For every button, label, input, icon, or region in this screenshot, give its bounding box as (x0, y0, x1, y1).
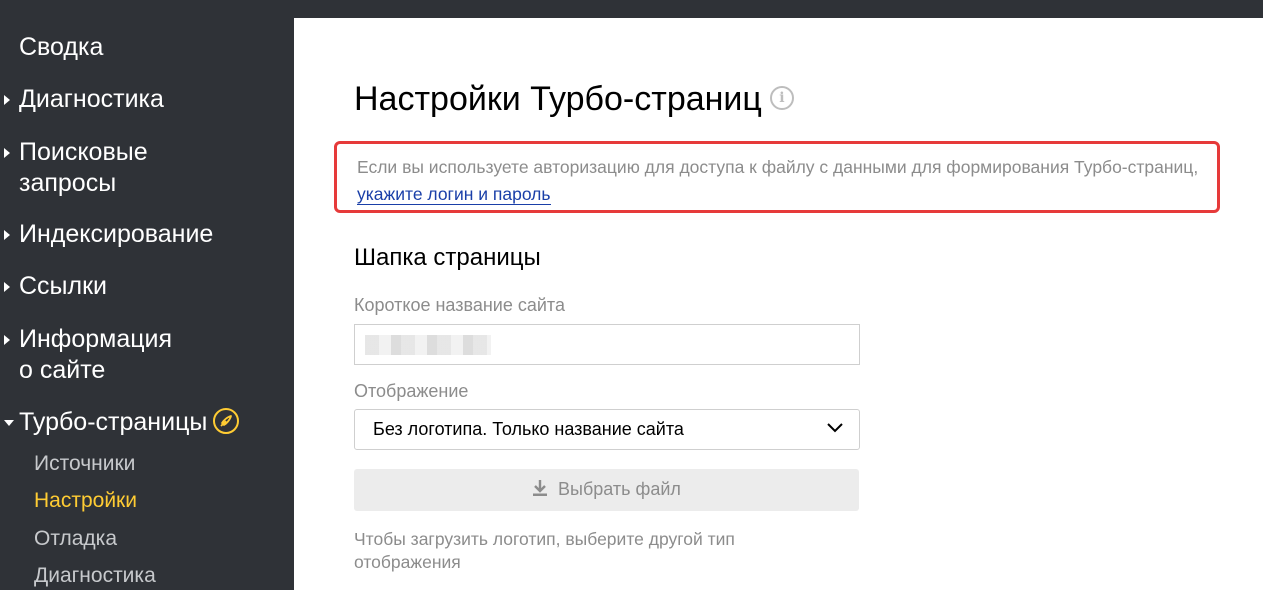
info-icon[interactable]: i (769, 86, 794, 111)
chevron-right-icon (4, 95, 10, 105)
choose-file-button[interactable]: Выбрать файл (354, 469, 859, 511)
display-select-value: Без логотипа. Только название сайта (373, 419, 684, 439)
short-name-input[interactable] (354, 324, 860, 365)
sidebar-item-label-line2: запросы (19, 169, 117, 197)
sidebar-item-label-line1: Информация (19, 325, 173, 353)
page-title-text: Настройки Турбо-страниц (354, 80, 762, 118)
logo-hint: Чтобы загрузить логотип, выберите другой… (354, 529, 735, 572)
display-label: Отображение (354, 381, 469, 401)
file-button-content: Выбрать файл (354, 479, 859, 500)
display-select[interactable]: Без логотипа. Только название сайта (354, 409, 860, 450)
page-title: Настройки Турбо-страниц i (354, 80, 794, 119)
download-icon (533, 480, 548, 497)
chevron-down-icon (4, 420, 14, 426)
chevron-right-icon (4, 230, 10, 240)
login-password-link[interactable]: укажите логин и пароль (357, 184, 551, 205)
notice-text-block: Если вы используете авторизацию для дост… (357, 154, 1225, 208)
chevron-down-icon (827, 423, 843, 433)
section-title: Шапка страницы (354, 244, 541, 271)
redacted-value (365, 335, 491, 355)
chevron-right-icon (4, 335, 10, 345)
main-content: Настройки Турбо-страниц i Если вы использ… (294, 18, 1263, 590)
sidebar-subitem-debug[interactable]: Отладка (34, 526, 117, 552)
sidebar-item-label: Турбо-страницы (19, 408, 208, 436)
sidebar-item-label: Диагностика (19, 85, 164, 113)
sidebar-subitem-settings[interactable]: Настройки (34, 488, 137, 514)
sidebar-item-label: Сводка (19, 33, 104, 61)
sidebar-item-label-line2: о сайте (19, 356, 106, 384)
chevron-right-icon (4, 282, 10, 292)
short-name-label: Короткое название сайта (354, 295, 565, 315)
chevron-right-icon (4, 148, 10, 158)
sidebar-item-label-line1: Поисковые (19, 138, 148, 166)
auth-notice: Если вы используете авторизацию для дост… (334, 141, 1220, 213)
choose-file-label: Выбрать файл (558, 479, 681, 499)
sidebar-subitem-diagnostics[interactable]: Диагностика (34, 563, 156, 589)
sidebar-subitem-sources[interactable]: Источники (34, 451, 135, 477)
notice-text: Если вы используете авторизацию для дост… (357, 157, 1199, 177)
sidebar-item-label-wrap: Турбо-страницы (19, 407, 240, 438)
sidebar-item-label: Индексирование (19, 220, 214, 248)
sidebar-item-label: Ссылки (19, 272, 108, 300)
sidebar: Сводка Диагностика Поисковые запросы Инд… (0, 0, 294, 590)
rocket-icon (213, 408, 240, 435)
